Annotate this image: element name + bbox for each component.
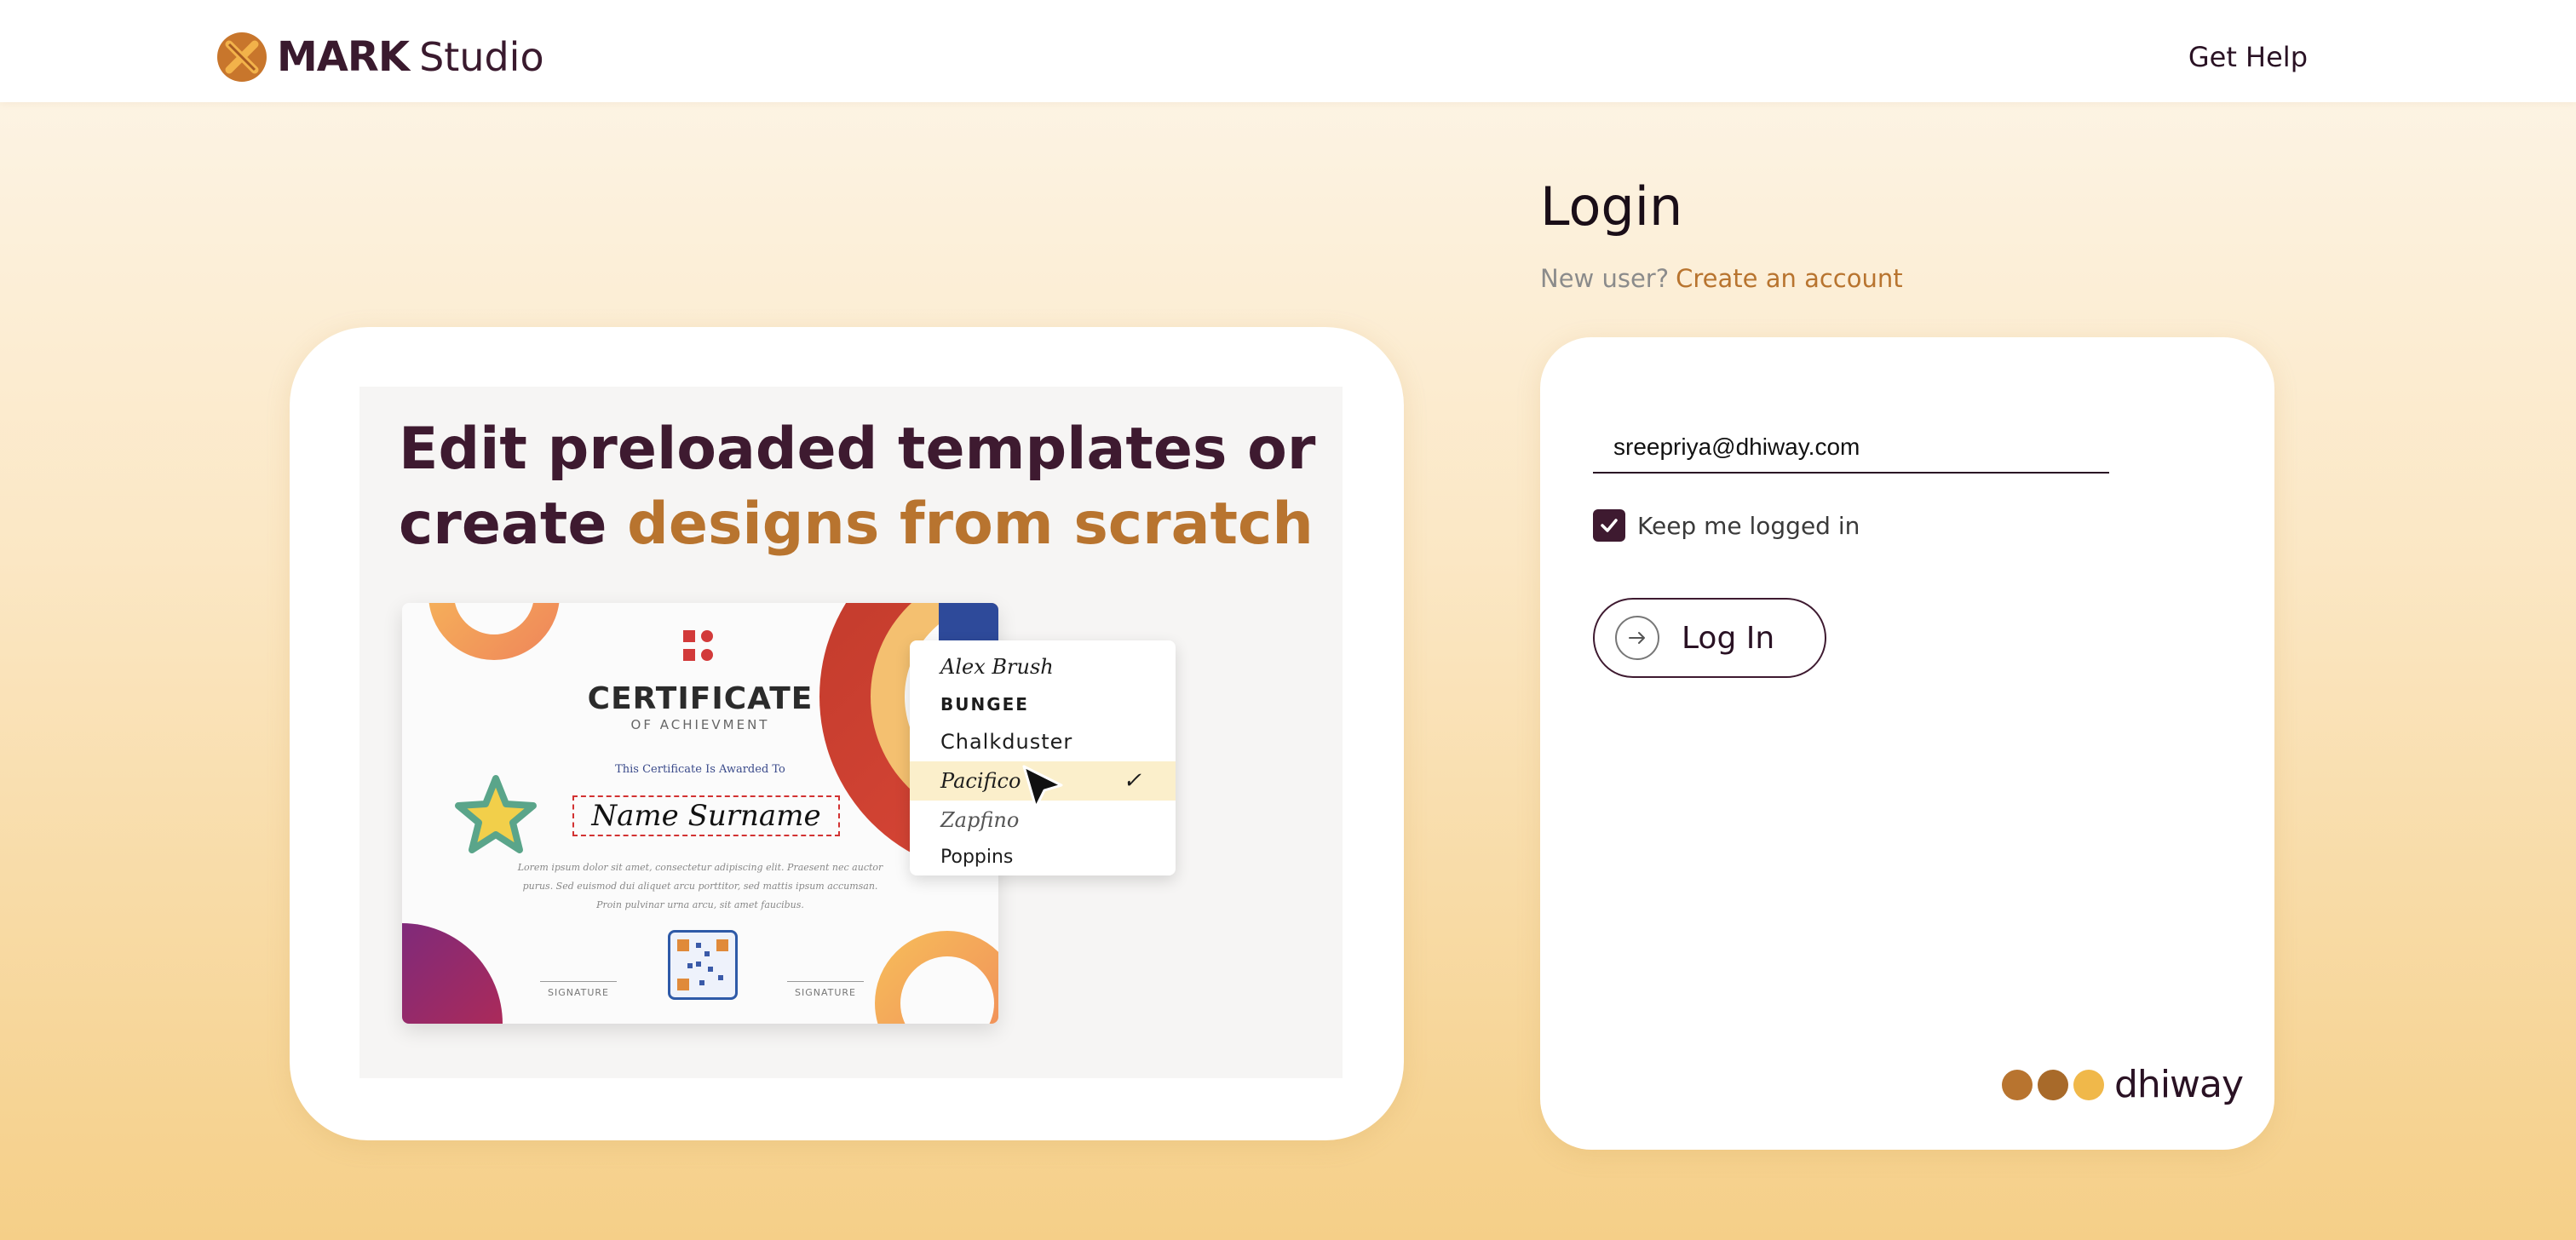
arrow-right-circle-icon — [1615, 616, 1659, 660]
font-option-pacifico-label: Pacifico — [940, 769, 1021, 793]
signature-left: SIGNATURE — [540, 981, 617, 998]
font-dropdown-menu: Alex Brush BUNGEE Chalkduster Pacifico ✓… — [910, 640, 1176, 875]
keep-logged-in-row[interactable]: Keep me logged in — [1593, 509, 1860, 542]
dhiway-dot-icon — [2002, 1069, 2033, 1100]
email-field[interactable] — [1593, 422, 2109, 474]
headline-line2-accent: designs from scratch — [627, 491, 1314, 558]
checkmark-icon — [1601, 519, 1618, 532]
new-user-row: New user? Create an account — [1540, 264, 1903, 293]
certificate-awarded-to: This Certificate Is Awarded To — [615, 763, 785, 776]
mark-logo-icon — [217, 32, 267, 82]
font-option-bungee[interactable]: BUNGEE — [910, 685, 1176, 724]
font-option-poppins[interactable]: Poppins — [910, 838, 1176, 877]
font-option-chalkduster[interactable]: Chalkduster — [910, 722, 1176, 761]
certificate-title: CERTIFICATE — [587, 681, 814, 716]
certificate-body-text: Lorem ipsum dolor sit amet, consectetur … — [517, 862, 883, 910]
keep-logged-in-label: Keep me logged in — [1637, 511, 1860, 540]
certificate-preview: CERTIFICATE OF ACHIEVMENT This Certifica… — [402, 603, 998, 1024]
login-button[interactable]: Log In — [1593, 598, 1826, 678]
mouse-cursor-icon — [1022, 765, 1063, 809]
qr-code-icon — [668, 930, 738, 1000]
keep-logged-in-checkbox[interactable] — [1593, 509, 1625, 542]
promo-headline: Edit preloaded templates or create desig… — [399, 412, 1319, 562]
login-button-label: Log In — [1682, 620, 1775, 656]
brand-logo-link[interactable]: MARK Studio — [217, 32, 544, 82]
dhiway-wordmark: dhiway — [2114, 1063, 2244, 1106]
promo-card: Edit preloaded templates or create desig… — [290, 327, 1404, 1140]
login-title: Login — [1540, 175, 1683, 238]
get-help-link[interactable]: Get Help — [2188, 41, 2308, 73]
create-account-link[interactable]: Create an account — [1676, 264, 1902, 293]
top-header: MARK Studio Get Help — [0, 0, 2576, 102]
new-user-text: New user? — [1540, 264, 1670, 293]
promo-illustration: Edit preloaded templates or create desig… — [359, 387, 1343, 1078]
headline-line2-plain: create — [399, 491, 628, 558]
dhiway-dot-icon — [2038, 1069, 2068, 1100]
star-icon — [455, 775, 537, 853]
check-icon: ✓ — [1123, 768, 1141, 794]
signature-right: SIGNATURE — [787, 981, 864, 998]
dhiway-logo: dhiway — [2002, 1063, 2244, 1106]
login-card: Keep me logged in Log In dhiway — [1540, 337, 2274, 1150]
brand-studio-text: Studio — [419, 34, 544, 80]
certificate-subtitle: OF ACHIEVMENT — [630, 717, 770, 732]
headline-line1: Edit preloaded templates or — [399, 416, 1316, 483]
font-option-alex-brush[interactable]: Alex Brush — [910, 647, 1176, 686]
brand-mark-text: MARK — [277, 33, 410, 81]
certificate-logo-icon — [683, 630, 713, 661]
dhiway-dot-icon — [2073, 1069, 2104, 1100]
certificate-name: Name Surname — [572, 795, 840, 836]
